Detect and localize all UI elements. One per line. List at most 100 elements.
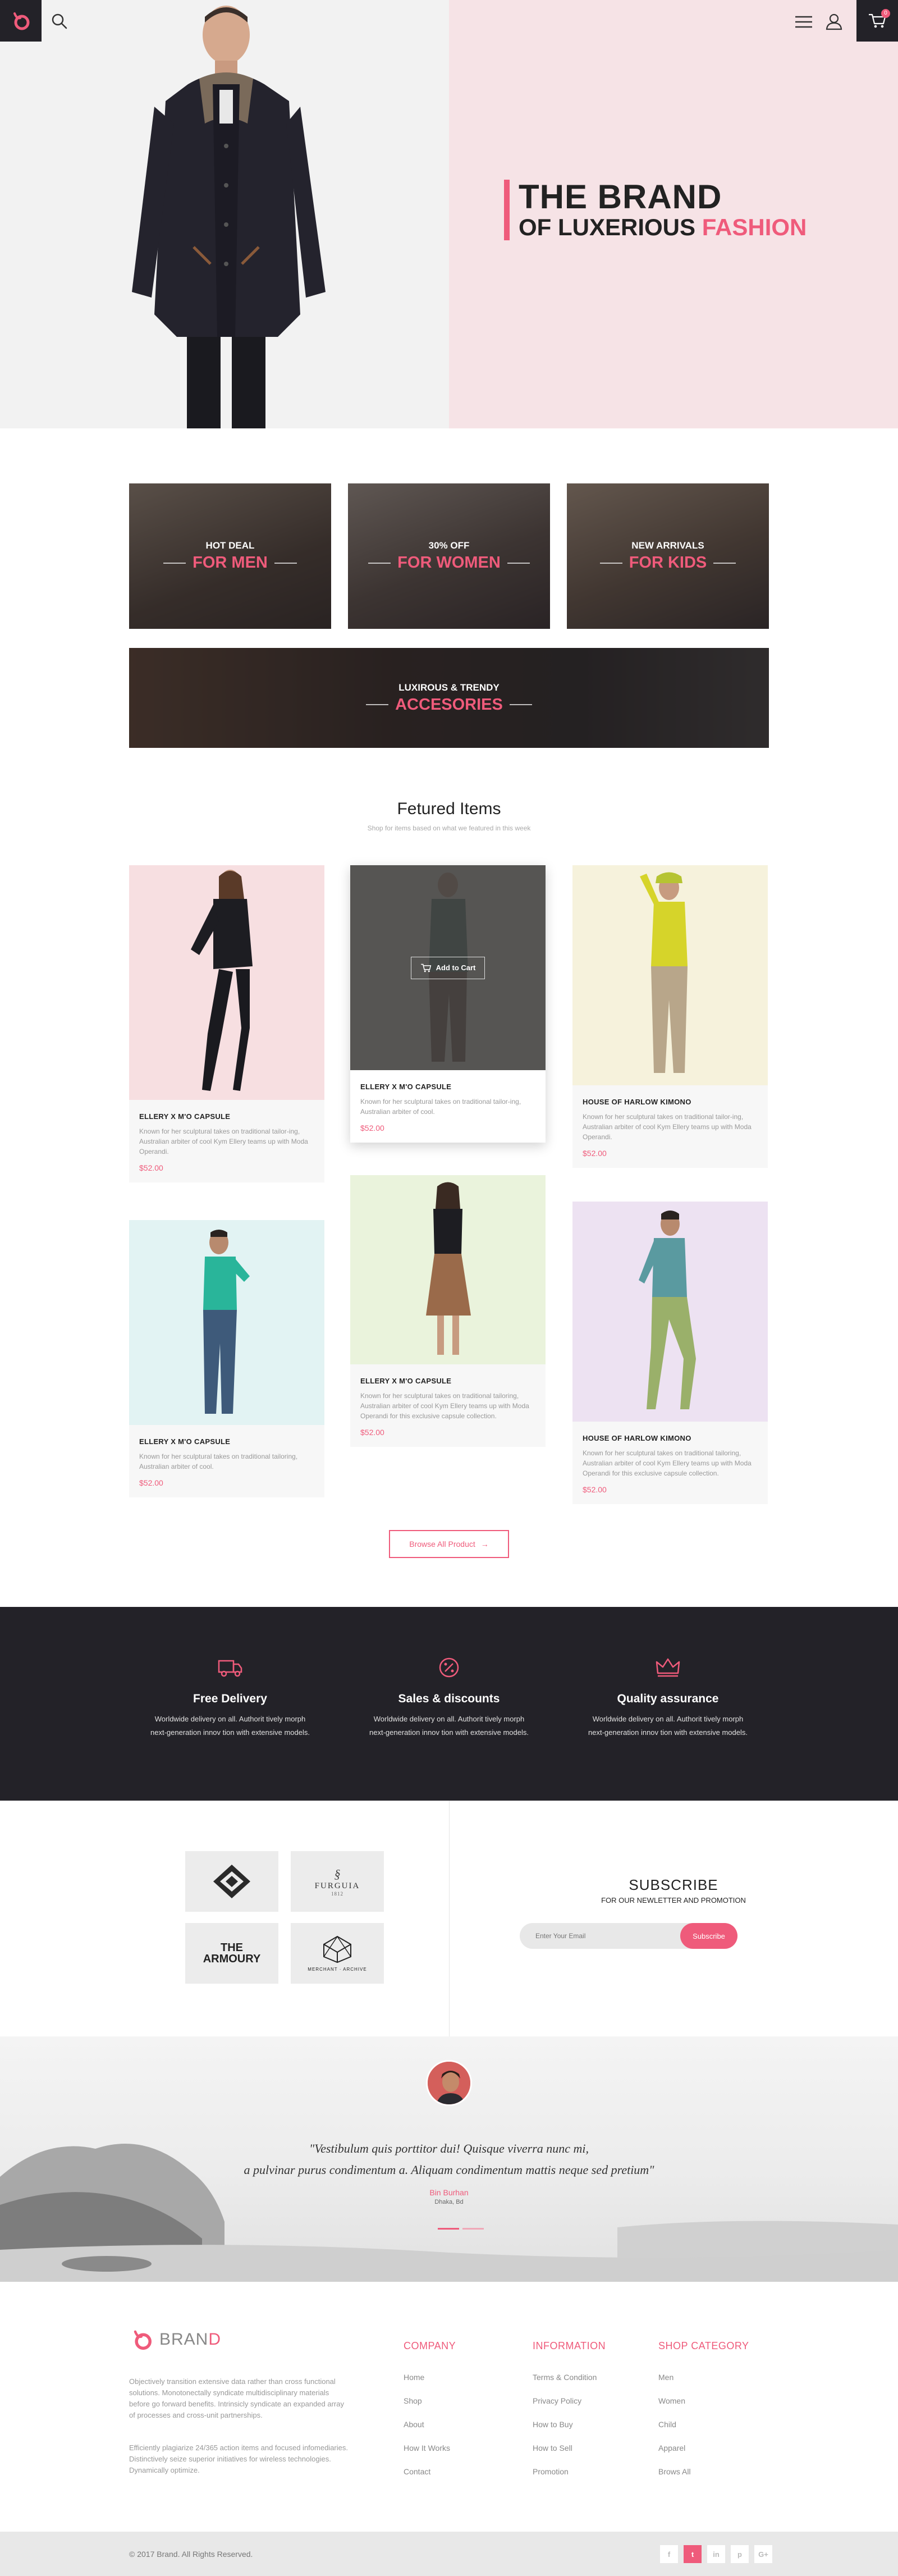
footer-link-how-it-works[interactable]: How It Works	[404, 2443, 450, 2452]
brands-subscribe-section: § FURGUIA 1812 THE ARMOURY MERCHANT · AR…	[0, 1801, 898, 2036]
linkedin-icon[interactable]: in	[707, 2545, 725, 2563]
product-description: Known for her sculptural takes on tradit…	[360, 1098, 521, 1116]
account-button[interactable]	[825, 12, 843, 30]
product-name[interactable]: ELLERY X M'O CAPSULE	[360, 1083, 535, 1091]
product-image[interactable]	[129, 1220, 324, 1425]
carousel-dot[interactable]	[462, 2228, 484, 2230]
testimonial-quote-line-2: a pulvinar purus condimentum a. Aliquam …	[244, 2163, 654, 2177]
product-image[interactable]	[572, 1202, 768, 1422]
add-to-cart-label: Add to Cart	[436, 963, 476, 972]
product-image[interactable]	[350, 1175, 546, 1364]
footer-link-contact[interactable]: Contact	[404, 2467, 430, 2476]
subscribe-subtitle: FOR OUR NEWLETTER AND PROMOTION	[601, 1896, 746, 1904]
product-name[interactable]: ELLERY X M'O CAPSULE	[139, 1112, 314, 1121]
cart-button[interactable]: 0	[856, 0, 898, 42]
footer-link-women[interactable]: Women	[658, 2396, 685, 2405]
subscribe-button[interactable]: Subscribe	[680, 1923, 737, 1949]
category-tile-kids[interactable]: NEW ARRIVALS FOR KIDS	[567, 483, 769, 629]
browse-all-button[interactable]: Browse All Product →	[389, 1530, 509, 1558]
hero-headline: THE BRAND OF LUXERIOUS FASHION	[504, 180, 807, 240]
twitter-icon[interactable]: t	[684, 2545, 702, 2563]
brand-logo-tile[interactable]: § FURGUIA 1812	[291, 1851, 384, 1912]
carousel-dots	[438, 2228, 484, 2230]
footer-link-terms[interactable]: Terms & Condition	[533, 2373, 597, 2382]
product-card[interactable]: ELLERY X M'O CAPSULE Known for her sculp…	[350, 1175, 546, 1447]
hero-model-image	[132, 6, 326, 428]
product-card[interactable]: ELLERY X M'O CAPSULE Known for her sculp…	[129, 1220, 324, 1497]
product-card[interactable]: Add to Cart ELLERY X M'O CAPSULE Known f…	[350, 865, 546, 1143]
add-to-cart-button[interactable]: Add to Cart	[410, 956, 485, 979]
category-tag: NEW ARRIVALS	[631, 540, 704, 551]
footer-link-apparel[interactable]: Apparel	[658, 2443, 685, 2452]
category-title-text: FOR WOMEN	[397, 554, 501, 572]
category-tile-accessories[interactable]: LUXIROUS & TRENDY ACCESORIES	[129, 648, 769, 748]
footer-link-shop[interactable]: Shop	[404, 2396, 422, 2405]
brand-logo-tile[interactable]	[185, 1851, 278, 1912]
footer-link-child[interactable]: Child	[658, 2420, 676, 2429]
google-plus-icon[interactable]: G+	[754, 2545, 772, 2563]
subscribe-form: Subscribe	[520, 1923, 737, 1949]
product-price: $52.00	[139, 1163, 163, 1172]
footer-link-how-to-sell[interactable]: How to Sell	[533, 2443, 572, 2452]
pinterest-icon[interactable]: p	[731, 2545, 749, 2563]
cart-icon	[420, 963, 431, 972]
product-image[interactable]	[129, 865, 324, 1100]
hero-subtitle-text: OF LUXERIOUS	[519, 214, 696, 240]
search-icon	[52, 13, 67, 29]
feature-description: Worldwide delivery on all. Authorit tive…	[369, 1715, 529, 1737]
footer-link-home[interactable]: Home	[404, 2373, 424, 2382]
subscribe-title: SUBSCRIBE	[629, 1876, 718, 1893]
footer-link-men[interactable]: Men	[658, 2373, 674, 2382]
geometric-logo-icon	[323, 1935, 351, 1963]
menu-button[interactable]	[794, 13, 813, 30]
feature-title: Free Delivery	[193, 1692, 267, 1705]
product-price: $52.00	[360, 1428, 384, 1437]
crown-icon	[656, 1658, 680, 1677]
testimonial-author: Bin Burhan	[429, 2188, 469, 2197]
product-name[interactable]: ELLERY X M'O CAPSULE	[139, 1437, 314, 1446]
product-card[interactable]: HOUSE OF HARLOW KIMONO Known for her scu…	[572, 1202, 768, 1504]
product-name[interactable]: HOUSE OF HARLOW KIMONO	[583, 1434, 758, 1442]
percent-badge-icon	[439, 1657, 459, 1678]
hamburger-icon	[795, 16, 812, 28]
footer-link-promotion[interactable]: Promotion	[533, 2467, 569, 2476]
footer-logo[interactable]: BRAND	[129, 2327, 221, 2353]
category-tile-women[interactable]: 30% OFF FOR WOMEN	[348, 483, 550, 629]
feature-description: Worldwide delivery on all. Authorit tive…	[150, 1715, 310, 1737]
product-description: Known for her sculptural takes on tradit…	[139, 1127, 308, 1155]
footer-column-heading: SHOP CATEGORY	[658, 2340, 749, 2351]
category-tag: LUXIROUS & TRENDY	[398, 682, 500, 693]
search-button[interactable]	[51, 12, 68, 30]
product-image[interactable]: Add to Cart	[350, 865, 546, 1070]
product-name[interactable]: ELLERY X M'O CAPSULE	[360, 1377, 535, 1385]
footer-link-privacy[interactable]: Privacy Policy	[533, 2396, 581, 2405]
facebook-icon[interactable]: f	[660, 2545, 678, 2563]
category-tag: 30% OFF	[428, 540, 470, 551]
brand-logo-tile[interactable]: MERCHANT · ARCHIVE	[291, 1923, 384, 1984]
footer-link-how-to-buy[interactable]: How to Buy	[533, 2420, 573, 2429]
category-title: FOR MEN	[163, 554, 297, 572]
carousel-dot[interactable]	[438, 2228, 459, 2230]
category-tile-men[interactable]: HOT DEAL FOR MEN	[129, 483, 331, 629]
copyright-text: © 2017 Brand. All Rights Reserved.	[129, 2550, 253, 2559]
product-price: $52.00	[583, 1485, 607, 1494]
product-description: Known for her sculptural takes on tradit…	[360, 1392, 529, 1420]
product-card[interactable]: HOUSE OF HARLOW KIMONO Known for her scu…	[572, 865, 768, 1168]
product-description: Known for her sculptural takes on tradit…	[583, 1113, 752, 1141]
brand-logo-tile[interactable]: THE ARMOURY	[185, 1923, 278, 1984]
product-name[interactable]: HOUSE OF HARLOW KIMONO	[583, 1098, 758, 1106]
email-field[interactable]	[520, 1923, 682, 1949]
cart-count-badge: 0	[881, 9, 890, 18]
avatar	[426, 2060, 472, 2106]
product-description: Known for her sculptural takes on tradit…	[139, 1453, 298, 1470]
browse-all-label: Browse All Product	[409, 1540, 475, 1549]
product-card[interactable]: ELLERY X M'O CAPSULE Known for her sculp…	[129, 865, 324, 1182]
user-icon	[826, 13, 842, 30]
hero-title: THE BRAND	[519, 178, 722, 216]
product-image[interactable]	[572, 865, 768, 1085]
brand-mark-icon	[13, 12, 30, 30]
footer-link-about[interactable]: About	[404, 2420, 424, 2429]
footer-link-brows-all[interactable]: Brows All	[658, 2467, 691, 2476]
brand-logo[interactable]	[0, 0, 42, 42]
feature-title: Quality assurance	[617, 1692, 719, 1705]
